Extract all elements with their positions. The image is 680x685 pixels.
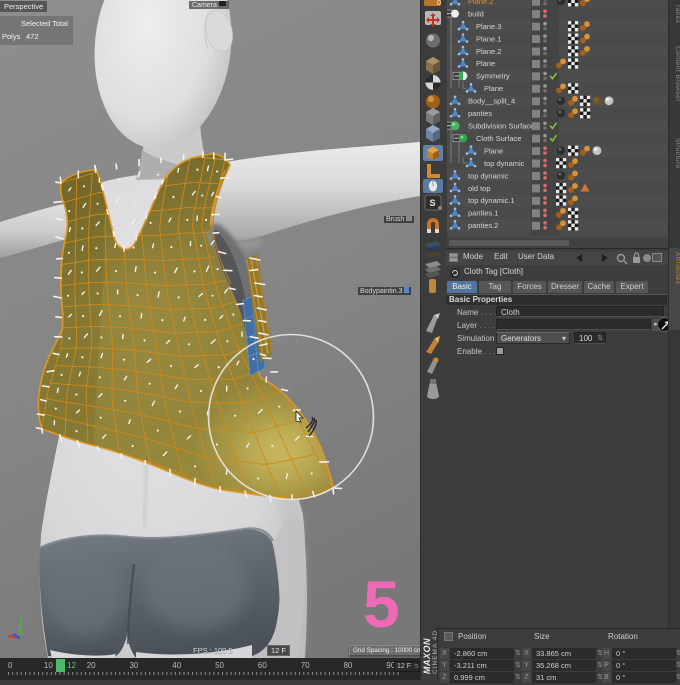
svg-text:panties.2: panties.2 xyxy=(468,221,498,230)
svg-text:Plane.2: Plane.2 xyxy=(476,47,501,56)
svg-text:top dynamic.1: top dynamic.1 xyxy=(468,196,515,205)
svg-text:20: 20 xyxy=(87,661,96,670)
svg-text:old top: old top xyxy=(468,184,491,193)
svg-text:panties: panties xyxy=(468,109,492,118)
svg-text:Plane: Plane xyxy=(484,84,503,93)
svg-text:top dynamic: top dynamic xyxy=(468,171,509,180)
svg-text:60: 60 xyxy=(258,661,267,670)
svg-text:panties.1: panties.1 xyxy=(468,209,498,218)
svg-text:0: 0 xyxy=(437,0,441,7)
svg-text:Cloth Surface: Cloth Surface xyxy=(476,134,521,143)
svg-text:Plane: Plane xyxy=(476,59,495,68)
svg-text:40: 40 xyxy=(172,661,181,670)
svg-text:12: 12 xyxy=(67,661,76,670)
svg-text:top dynamic: top dynamic xyxy=(484,159,525,168)
svg-text:30: 30 xyxy=(129,661,138,670)
svg-text:Plane.1: Plane.1 xyxy=(476,34,501,43)
svg-text:build: build xyxy=(468,9,484,18)
svg-text:Plane.2: Plane.2 xyxy=(468,0,493,6)
svg-text:Symmetry: Symmetry xyxy=(476,72,510,81)
svg-text:Body__split_4: Body__split_4 xyxy=(468,97,515,106)
svg-text:70: 70 xyxy=(301,661,310,670)
svg-text:Subdivision Surface: Subdivision Surface xyxy=(468,122,534,131)
svg-text:80: 80 xyxy=(343,661,352,670)
svg-text:50: 50 xyxy=(215,661,224,670)
svg-text:10: 10 xyxy=(44,661,53,670)
svg-text:Plane: Plane xyxy=(484,146,503,155)
svg-text:0: 0 xyxy=(8,661,13,670)
svg-text:S: S xyxy=(430,198,436,208)
svg-text:Plane.3: Plane.3 xyxy=(476,22,501,31)
